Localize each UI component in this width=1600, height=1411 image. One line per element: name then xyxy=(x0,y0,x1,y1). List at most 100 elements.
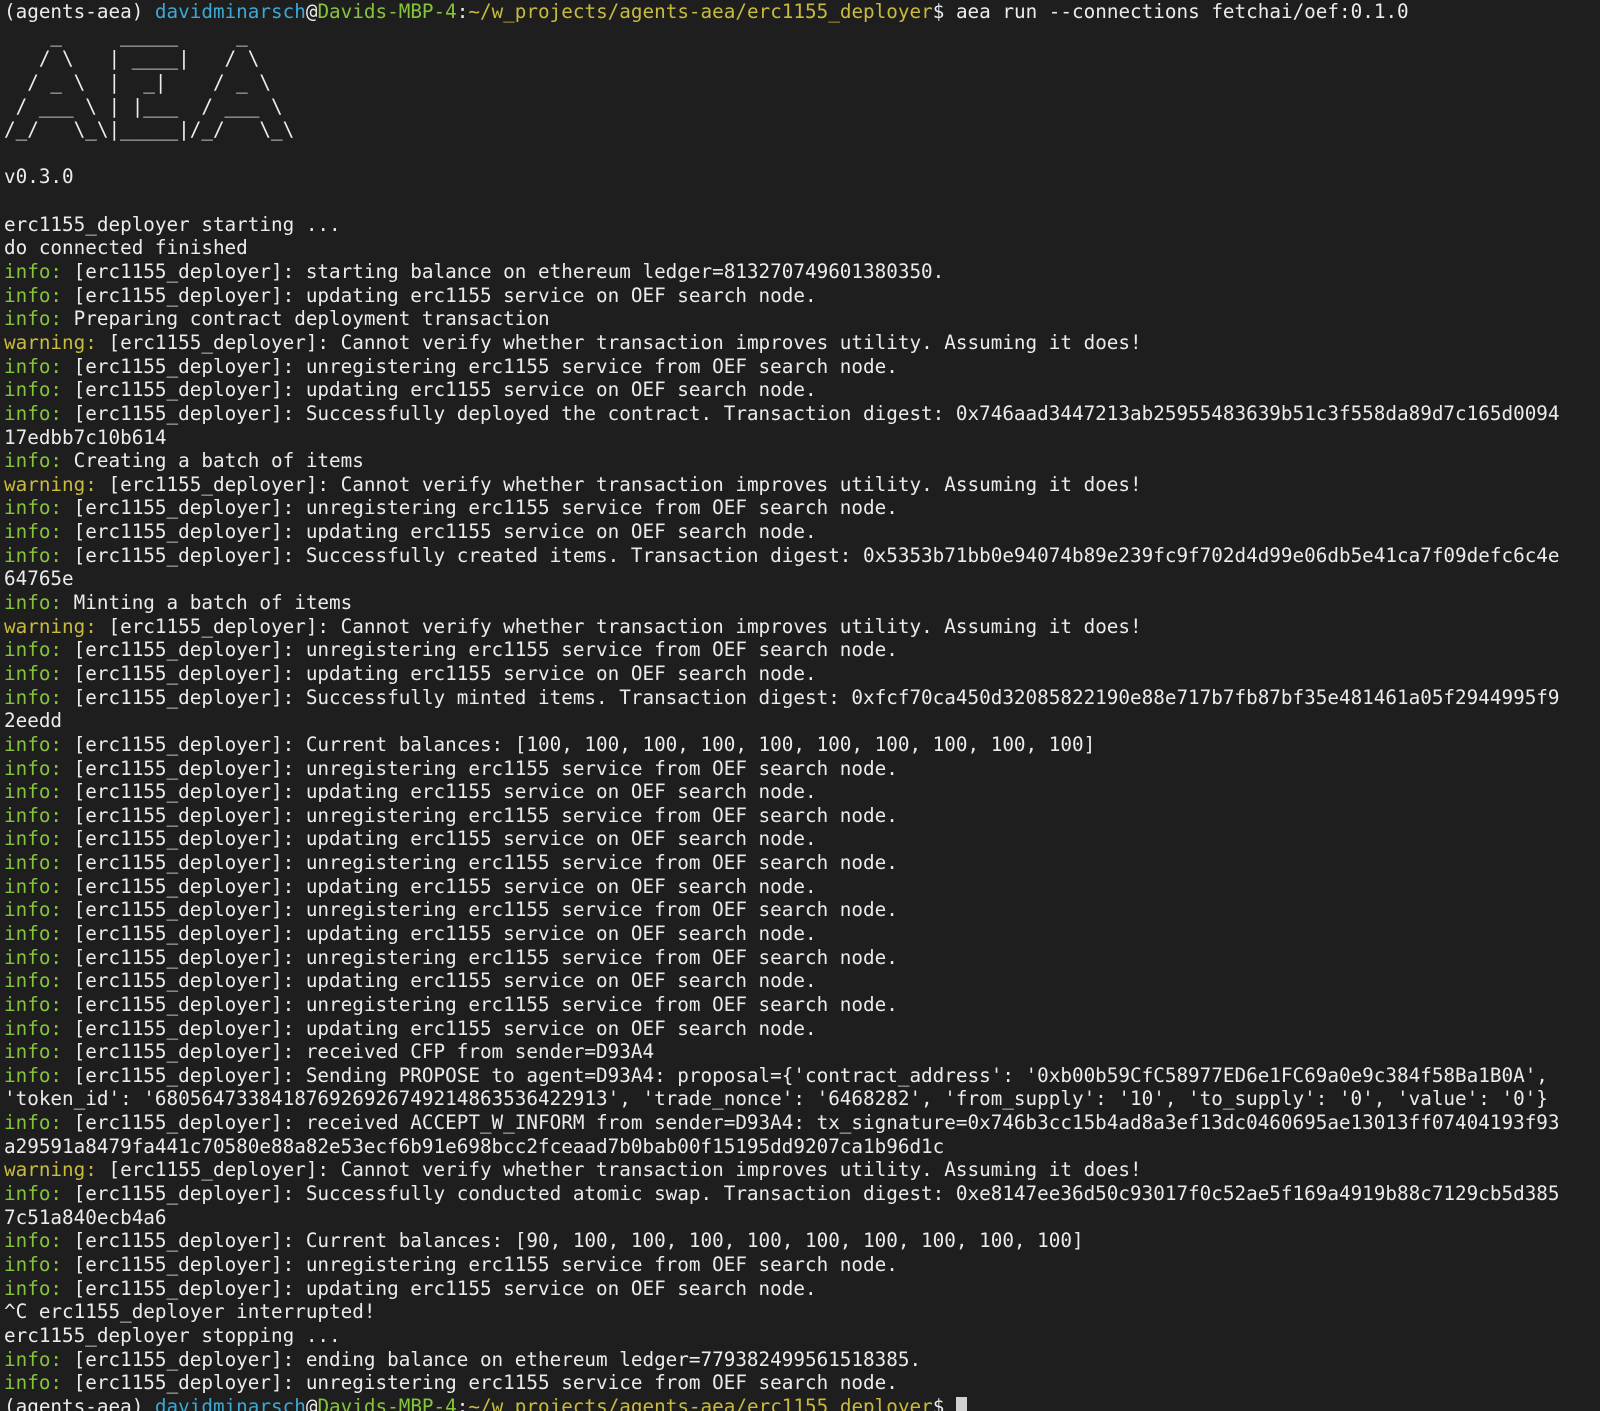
log-line: info: Preparing contract deployment tran… xyxy=(4,307,1600,331)
log-line: info: [erc1155_deployer]: received ACCEP… xyxy=(4,1111,1600,1135)
log-level-info: info: xyxy=(4,1347,74,1371)
log-message: [erc1155_deployer]: Successfully minted … xyxy=(73,685,1560,709)
log-line: info: [erc1155_deployer]: Current balanc… xyxy=(4,1229,1600,1253)
log-message: [erc1155_deployer]: updating erc1155 ser… xyxy=(73,780,817,804)
log-level-info: info: xyxy=(4,992,74,1016)
log-message: [erc1155_deployer]: updating erc1155 ser… xyxy=(73,283,817,307)
log-line: info: [erc1155_deployer]: updating erc11… xyxy=(4,1277,1600,1301)
log-message: [erc1155_deployer]: Current balances: [9… xyxy=(73,1229,1084,1253)
log-level-warning: warning: xyxy=(4,472,109,496)
log-level-info: info: xyxy=(4,449,74,473)
log-line: info: [erc1155_deployer]: Successfully m… xyxy=(4,686,1600,710)
command-line: (agents-aea) davidminarsch@Davids-MBP-4:… xyxy=(4,0,1600,24)
log-level-info: info: xyxy=(4,803,74,827)
prompt-path: ~/w_projects/agents-aea/erc1155_deployer xyxy=(468,0,933,23)
log-line: info: [erc1155_deployer]: updating erc11… xyxy=(4,1017,1600,1041)
output-line: a29591a8479fa441c70580e88a82e53ecf6b91e6… xyxy=(4,1134,945,1158)
log-message: [erc1155_deployer]: Successfully deploye… xyxy=(73,401,1560,425)
output-line: /_/ \_\|_____|/_/ \_\ xyxy=(4,118,295,142)
log-line: info: [erc1155_deployer]: updating erc11… xyxy=(4,378,1600,402)
output-line: ^C erc1155_deployer interrupted! xyxy=(4,1300,376,1324)
prompt-dollar: $ xyxy=(932,0,956,23)
log-message: [erc1155_deployer]: updating erc1155 ser… xyxy=(73,1276,817,1300)
log-line: info: [erc1155_deployer]: unregistering … xyxy=(4,898,1600,922)
log-level-warning: warning: xyxy=(4,1158,109,1182)
log-line: info: [erc1155_deployer]: unregistering … xyxy=(4,993,1600,1017)
log-message: [erc1155_deployer]: updating erc1155 ser… xyxy=(73,827,817,851)
command-text[interactable]: aea run --connections fetchai/oef:0.1.0 xyxy=(956,0,1409,23)
log-line: info: [erc1155_deployer]: Current balanc… xyxy=(4,733,1600,757)
log-line: info: Creating a batch of items xyxy=(4,449,1600,473)
log-message: [erc1155_deployer]: updating erc1155 ser… xyxy=(73,921,817,945)
log-level-info: info: xyxy=(4,685,74,709)
log-message: [erc1155_deployer]: unregistering erc115… xyxy=(73,803,898,827)
log-level-info: info: xyxy=(4,1111,74,1135)
log-level-info: info: xyxy=(4,1040,74,1064)
log-level-info: info: xyxy=(4,401,74,425)
log-level-info: info: xyxy=(4,780,74,804)
log-message: [erc1155_deployer]: received CFP from se… xyxy=(73,1040,655,1064)
log-level-info: info: xyxy=(4,1371,74,1395)
command-line[interactable]: (agents-aea) davidminarsch@Davids-MBP-4:… xyxy=(4,1395,1600,1411)
log-message: [erc1155_deployer]: Current balances: [1… xyxy=(73,732,1096,756)
log-message: [erc1155_deployer]: unregistering erc115… xyxy=(73,1252,898,1276)
log-line: info: [erc1155_deployer]: unregistering … xyxy=(4,1253,1600,1277)
log-message: [erc1155_deployer]: unregistering erc115… xyxy=(73,851,898,875)
prompt-user: davidminarsch xyxy=(154,0,306,23)
log-line: info: [erc1155_deployer]: ending balance… xyxy=(4,1348,1600,1372)
prompt-path: ~/w_projects/agents-aea/erc1155_deployer xyxy=(468,1394,933,1411)
log-message: [erc1155_deployer]: unregistering erc115… xyxy=(73,496,898,520)
log-line: info: [erc1155_deployer]: updating erc11… xyxy=(4,827,1600,851)
prompt-sep: : xyxy=(456,1394,469,1411)
log-level-warning: warning: xyxy=(4,330,109,354)
log-message: Minting a batch of items xyxy=(73,591,353,615)
log-level-info: info: xyxy=(4,756,74,780)
prompt-at: @ xyxy=(305,0,318,23)
log-level-info: info: xyxy=(4,874,74,898)
log-line: warning: [erc1155_deployer]: Cannot veri… xyxy=(4,331,1600,355)
log-message: [erc1155_deployer]: Cannot verify whethe… xyxy=(108,472,1142,496)
log-level-info: info: xyxy=(4,260,74,284)
log-line: info: [erc1155_deployer]: Successfully c… xyxy=(4,1182,1600,1206)
output-line: v0.3.0 xyxy=(4,165,74,189)
log-message: [erc1155_deployer]: updating erc1155 ser… xyxy=(73,378,817,402)
log-line: info: [erc1155_deployer]: unregistering … xyxy=(4,496,1600,520)
prompt-env: (agents-aea) xyxy=(4,1394,155,1411)
log-line: info: [erc1155_deployer]: updating erc11… xyxy=(4,520,1600,544)
log-line: warning: [erc1155_deployer]: Cannot veri… xyxy=(4,1158,1600,1182)
prompt-host: Davids-MBP-4 xyxy=(317,0,457,23)
prompt-sep: : xyxy=(456,0,469,23)
log-level-info: info: xyxy=(4,1252,74,1276)
log-level-info: info: xyxy=(4,520,74,544)
prompt-at: @ xyxy=(305,1394,318,1411)
log-line: info: [erc1155_deployer]: Successfully c… xyxy=(4,544,1600,568)
log-line: info: [erc1155_deployer]: unregistering … xyxy=(4,946,1600,970)
output-line: erc1155_deployer stopping ... xyxy=(4,1323,341,1347)
log-line: info: Minting a batch of items xyxy=(4,591,1600,615)
log-line: info: [erc1155_deployer]: received CFP f… xyxy=(4,1040,1600,1064)
log-message: [erc1155_deployer]: updating erc1155 ser… xyxy=(73,520,817,544)
output-line: 2eedd xyxy=(4,709,63,733)
log-line: warning: [erc1155_deployer]: Cannot veri… xyxy=(4,615,1600,639)
log-message: [erc1155_deployer]: unregistering erc115… xyxy=(73,354,898,378)
prompt-env: (agents-aea) xyxy=(4,0,155,23)
log-level-info: info: xyxy=(4,283,74,307)
log-line: info: [erc1155_deployer]: unregistering … xyxy=(4,757,1600,781)
log-line: info: [erc1155_deployer]: unregistering … xyxy=(4,1371,1600,1395)
log-level-info: info: xyxy=(4,1276,74,1300)
log-line: warning: [erc1155_deployer]: Cannot veri… xyxy=(4,473,1600,497)
log-message: Creating a batch of items xyxy=(73,449,364,473)
log-level-info: info: xyxy=(4,1016,74,1040)
log-level-warning: warning: xyxy=(4,614,109,638)
log-message: [erc1155_deployer]: Cannot verify whethe… xyxy=(108,1158,1142,1182)
terminal-window[interactable]: (agents-aea) davidminarsch@Davids-MBP-4:… xyxy=(0,0,1600,1411)
log-level-info: info: xyxy=(4,354,74,378)
log-level-info: info: xyxy=(4,661,74,685)
log-level-info: info: xyxy=(4,851,74,875)
log-line: info: [erc1155_deployer]: unregistering … xyxy=(4,638,1600,662)
log-line: info: [erc1155_deployer]: unregistering … xyxy=(4,851,1600,875)
log-level-info: info: xyxy=(4,543,74,567)
log-level-info: info: xyxy=(4,307,74,331)
prompt-host: Davids-MBP-4 xyxy=(317,1394,457,1411)
